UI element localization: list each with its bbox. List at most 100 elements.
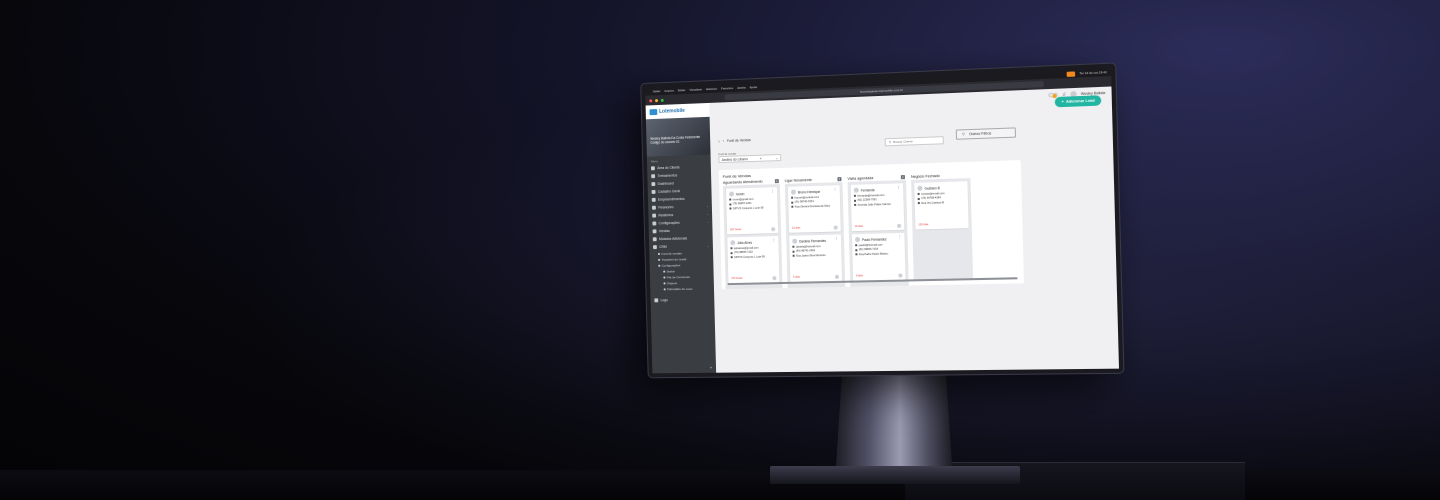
kanban-column: Ligar Novamente 2 Bruno Henrique ⋮ bruno…: [785, 176, 846, 288]
maximize-window-icon[interactable]: [660, 98, 664, 102]
lead-card[interactable]: Fernanda ⋮ fernanda@hotmail.com (81) 215…: [850, 183, 905, 232]
more-options-icon[interactable]: ⋮: [771, 189, 774, 193]
avatar: [792, 238, 798, 244]
email-icon: [855, 244, 858, 247]
profile-subtitle: Código do usuário 01: [650, 139, 680, 145]
building-icon: [854, 203, 857, 206]
menu-janela[interactable]: Janela: [737, 86, 746, 90]
menu-visualizar[interactable]: Visualizar: [689, 87, 702, 91]
lead-name: Fernanda: [860, 187, 875, 193]
minimize-window-icon[interactable]: [655, 98, 658, 102]
kanban-column: Visita agendada 2 Fernanda ⋮ fernanda@ho…: [847, 174, 909, 287]
plus-icon: +: [1061, 99, 1064, 105]
lead-address: SRTVS Conjunto L Lote 08: [730, 255, 776, 259]
breadcrumb: ⌂ › Funil de Vendas: [718, 138, 751, 143]
chevron-right-icon: ›: [706, 204, 709, 209]
other-filters-button[interactable]: ▽ Outros Filtros: [955, 127, 1016, 140]
collapse-sidebar-icon[interactable]: «: [710, 365, 712, 370]
lead-name: Daniela Fernandes: [799, 238, 827, 244]
status-indicator-icon[interactable]: [1066, 70, 1076, 77]
lead-card[interactable]: Júlio Alves ⋮ julioalves@gmail.com (79) …: [727, 236, 780, 284]
menu-safari[interactable]: Safari: [653, 89, 661, 93]
email-icon: [730, 247, 733, 250]
monitor: Safari Arquivo Editar Visualizar Históri…: [641, 63, 1124, 378]
lead-name: Ivoneí: [735, 191, 745, 196]
menubar-clock: Ter 14 de out 19:42: [1079, 70, 1107, 76]
column-body: Ivoneí ⋮ ivoneí@gmail.com (79) 98487-126…: [723, 184, 783, 290]
money-icon: [651, 205, 656, 210]
card-header: Daniela Fernandes: [792, 238, 838, 244]
more-options-icon[interactable]: ⋮: [772, 238, 775, 242]
menu-historico[interactable]: Histórico: [706, 87, 717, 91]
close-window-icon[interactable]: [649, 98, 653, 102]
search-input[interactable]: ⚲ Buscar Cliente: [884, 136, 944, 147]
column-count-badge: 2: [900, 175, 905, 179]
sidebar-item-logout[interactable]: Logo: [650, 295, 714, 304]
lead-card[interactable]: Daniela Fernandes ⋮ daniela@hotmail.com …: [789, 234, 843, 282]
column-body: Bruno Henrique ⋮ brunoh@outlook.com (41)…: [784, 182, 846, 288]
lead-name: Paulo Fernandes: [862, 236, 887, 242]
card-header: Bruno Henrique: [790, 188, 837, 195]
home-icon[interactable]: ⌂: [718, 139, 720, 143]
kanban-column: Aguardando Atendimento 2 Ivoneí ⋮ ivoneí…: [723, 178, 783, 290]
lead-card[interactable]: Bruno Henrique ⋮ brunoh@outlook.com (41)…: [787, 185, 841, 233]
lead-time: 10 dias: [791, 226, 801, 230]
clear-icon[interactable]: ×: [760, 156, 762, 160]
funnel-select[interactable]: Jardins do Líbano × ⌄: [718, 154, 782, 164]
add-lead-button[interactable]: + Adicionar Lead: [1055, 95, 1102, 108]
sidebar-subitem-formulario[interactable]: Formulário de Lead: [650, 285, 714, 292]
dashboard-icon: [651, 182, 655, 186]
lead-email-text: daniela@hotmail.com: [795, 244, 821, 249]
lead-name: Gustavo B: [924, 185, 940, 191]
email-icon: [729, 198, 732, 201]
cart-icon: [652, 229, 657, 234]
email-icon: [853, 194, 856, 197]
lead-phone: (81) 99846-7154: [855, 247, 901, 251]
sidebar-subitem-label: Fila de Corretores: [666, 274, 690, 280]
avatar: [730, 240, 736, 246]
lead-address: Avenida João Felipe Calmon: [854, 202, 900, 206]
lead-email: julioalves@gmail.com: [730, 246, 775, 250]
avatar: [790, 189, 797, 195]
sidebar-item-label: Área do Cliente: [657, 165, 680, 171]
card-header: Júlio Alves: [730, 239, 775, 246]
sidebar-subitem-label: Origens: [666, 281, 678, 286]
menu-favoritos[interactable]: Favoritos: [721, 86, 733, 90]
chevron-right-icon: ›: [707, 212, 709, 217]
building-icon: [791, 205, 794, 208]
lead-email-text: julioalves@gmail.com: [733, 246, 759, 250]
building-icon: [651, 198, 656, 202]
lead-address: Rua Padre Pedro Ribeiro: [855, 252, 901, 256]
lead-phone-text: (79) 98845-7152: [733, 250, 753, 255]
menu-editar[interactable]: Editar: [678, 88, 686, 92]
phone-icon: [917, 197, 920, 200]
bullet-icon: [663, 270, 665, 273]
main-content: ♫ Wesley Batista + Adicionar Lead ⌂ › Fu…: [709, 86, 1120, 373]
logout-icon: [654, 298, 658, 303]
chevron-down-icon[interactable]: ⌄: [775, 156, 778, 160]
app: Lotemobile Wesley Batista Da Costa Feliz…: [645, 86, 1120, 374]
sidebar-item-label: Cadastro Geral: [657, 189, 681, 194]
lead-phone-text: (79) 98487-1261: [732, 201, 752, 206]
lead-email-text: brunoh@outlook.com: [794, 195, 820, 200]
sidebar-item-label: Empreendimentos: [658, 196, 685, 202]
more-options-icon[interactable]: ⋮: [897, 185, 901, 189]
crm-icon: [652, 245, 657, 249]
building-icon: [917, 202, 920, 205]
lead-phone: (81) 21566-7651: [853, 198, 900, 202]
screen: Safari Arquivo Editar Visualizar Históri…: [645, 67, 1120, 374]
lead-card[interactable]: Ivoneí ⋮ ivoneí@gmail.com (79) 98487-126…: [726, 187, 779, 235]
lead-time: 16 dias: [854, 224, 864, 229]
menu-arquivo[interactable]: Arquivo: [664, 89, 674, 93]
more-options-icon[interactable]: ⋮: [898, 235, 902, 239]
avatar: [729, 191, 735, 197]
lead-card[interactable]: Gustavo B contato@email.com (76) 94768-4…: [914, 181, 969, 230]
more-options-icon[interactable]: ⋮: [833, 187, 836, 191]
lead-address: Rua Joana Silva Monteiro: [792, 253, 839, 257]
lead-time: 126 dias: [918, 223, 929, 227]
lead-card[interactable]: Paulo Fernandes ⋮ paulof@hotmail.com (81…: [851, 232, 906, 281]
more-options-icon[interactable]: ⋮: [835, 237, 838, 241]
lead-email: paulof@hotmail.com: [855, 243, 901, 247]
assignee-avatar: [772, 276, 777, 281]
menu-ajuda[interactable]: Ajuda: [749, 85, 757, 89]
